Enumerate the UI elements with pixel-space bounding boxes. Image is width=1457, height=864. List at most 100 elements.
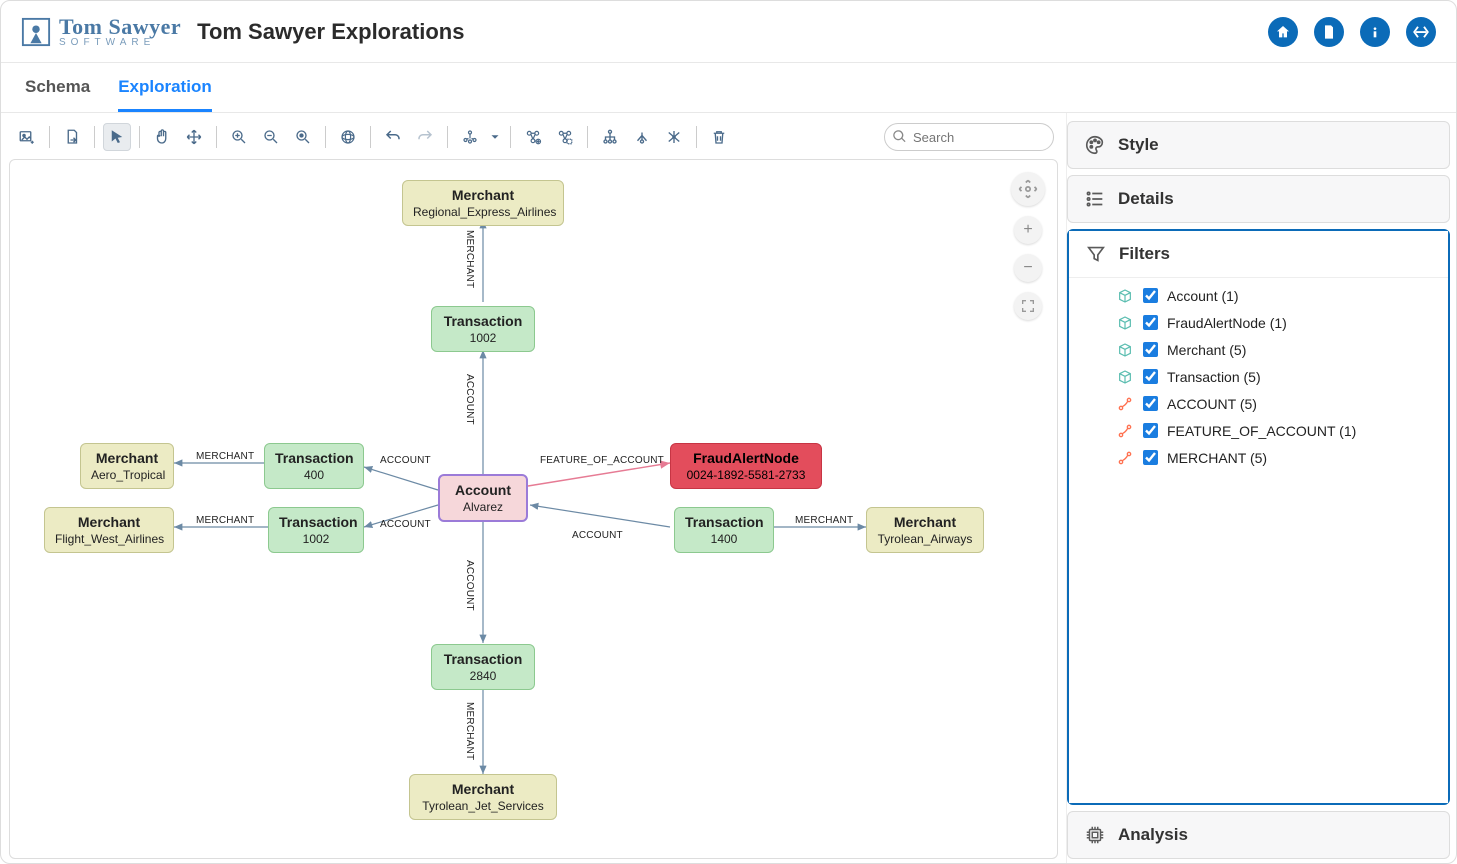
filter-item: MERCHANT (5) xyxy=(1117,444,1432,471)
zoom-in-icon[interactable] xyxy=(225,123,253,151)
tab-exploration[interactable]: Exploration xyxy=(118,67,212,112)
node-merchant-right[interactable]: Merchant Tyrolean_Airways xyxy=(866,507,984,553)
panel-analysis[interactable]: Analysis xyxy=(1067,811,1450,859)
fit-control-icon[interactable] xyxy=(1014,292,1042,320)
pointer-tool-icon[interactable] xyxy=(103,123,131,151)
info-button[interactable] xyxy=(1360,17,1390,47)
export-page-icon[interactable] xyxy=(58,123,86,151)
panel-style[interactable]: Style xyxy=(1067,121,1450,169)
node-transaction-right[interactable]: Transaction 1400 xyxy=(674,507,774,553)
panel-details[interactable]: Details xyxy=(1067,175,1450,223)
undo-icon[interactable] xyxy=(379,123,407,151)
relation-icon xyxy=(1117,450,1133,466)
filter-label: Merchant (5) xyxy=(1167,342,1246,358)
filter-checkbox[interactable] xyxy=(1143,342,1158,357)
graph-canvas[interactable]: Merchant Regional_Express_Airlines Trans… xyxy=(9,159,1058,859)
edge-label: MERCHANT xyxy=(464,702,475,760)
filter-item: Transaction (5) xyxy=(1117,363,1432,390)
node-subtitle: Regional_Express_Airlines xyxy=(413,205,553,219)
node-type: Transaction xyxy=(685,514,763,530)
node-subtitle: 1002 xyxy=(442,331,524,345)
node-type: Merchant xyxy=(91,450,163,466)
node-type: Account xyxy=(450,482,516,498)
zoom-out-control-icon[interactable]: − xyxy=(1014,254,1042,282)
star-layout-icon[interactable] xyxy=(628,123,656,151)
zoom-in-control-icon[interactable]: + xyxy=(1014,216,1042,244)
filter-label: FEATURE_OF_ACCOUNT (1) xyxy=(1167,423,1356,439)
pan-tool-icon[interactable] xyxy=(148,123,176,151)
node-type: Merchant xyxy=(413,187,553,203)
node-type: Merchant xyxy=(420,781,546,797)
node-type: Transaction xyxy=(442,651,524,667)
node-type: Transaction xyxy=(275,450,353,466)
filter-checkbox[interactable] xyxy=(1143,423,1158,438)
filter-item: Account (1) xyxy=(1117,282,1432,309)
globe-icon[interactable] xyxy=(334,123,362,151)
graph-select-icon[interactable] xyxy=(551,123,579,151)
filter-label: Transaction (5) xyxy=(1167,369,1261,385)
edge-label: FEATURE_OF_ACCOUNT xyxy=(540,455,664,466)
layout-icon[interactable] xyxy=(456,123,484,151)
filter-checkbox[interactable] xyxy=(1143,315,1158,330)
filter-icon xyxy=(1085,243,1107,265)
relation-icon xyxy=(1117,396,1133,412)
redo-icon[interactable] xyxy=(411,123,439,151)
node-merchant-left2[interactable]: Merchant Flight_West_Airlines xyxy=(44,507,174,553)
toolbar xyxy=(9,121,1058,153)
filter-checkbox[interactable] xyxy=(1143,396,1158,411)
cube-icon xyxy=(1117,369,1133,385)
node-merchant-bottom[interactable]: Merchant Tyrolean_Jet_Services xyxy=(409,774,557,820)
zoom-fit-icon[interactable] xyxy=(289,123,317,151)
node-transaction-bottom[interactable]: Transaction 2840 xyxy=(431,644,535,690)
document-button[interactable] xyxy=(1314,17,1344,47)
filter-label: MERCHANT (5) xyxy=(1167,450,1267,466)
filter-item: Merchant (5) xyxy=(1117,336,1432,363)
edge-label: ACCOUNT xyxy=(380,519,431,530)
filter-checkbox[interactable] xyxy=(1143,450,1158,465)
tree-layout-icon[interactable] xyxy=(596,123,624,151)
relation-icon xyxy=(1117,423,1133,439)
cube-icon xyxy=(1117,315,1133,331)
node-merchant-top[interactable]: Merchant Regional_Express_Airlines xyxy=(402,180,564,226)
zoom-out-icon[interactable] xyxy=(257,123,285,151)
panel-title: Details xyxy=(1118,189,1174,209)
panel-filters[interactable]: Filters Account (1) FraudAlertNode (1) xyxy=(1067,229,1450,805)
panel-title: Analysis xyxy=(1118,825,1188,845)
move-tool-icon[interactable] xyxy=(180,123,208,151)
image-tool-icon[interactable] xyxy=(13,123,41,151)
edge-label: MERCHANT xyxy=(795,515,853,526)
graph-add-icon[interactable] xyxy=(519,123,547,151)
node-subtitle: Tyrolean_Jet_Services xyxy=(420,799,546,813)
node-subtitle: 400 xyxy=(275,468,353,482)
node-merchant-left1[interactable]: Merchant Aero_Tropical xyxy=(80,443,174,489)
search-box xyxy=(884,123,1054,151)
expand-button[interactable] xyxy=(1406,17,1436,47)
filter-checkbox[interactable] xyxy=(1143,369,1158,384)
edge-label: ACCOUNT xyxy=(572,530,623,541)
filter-item: FEATURE_OF_ACCOUNT (1) xyxy=(1117,417,1432,444)
tab-schema[interactable]: Schema xyxy=(25,67,90,112)
filter-checkbox[interactable] xyxy=(1143,288,1158,303)
edge-label: MERCHANT xyxy=(464,230,475,288)
pan-control-icon[interactable] xyxy=(1011,172,1045,206)
radial-layout-icon[interactable] xyxy=(660,123,688,151)
edge-label: MERCHANT xyxy=(196,515,254,526)
node-transaction-top[interactable]: Transaction 1002 xyxy=(431,306,535,352)
app-title: Tom Sawyer Explorations xyxy=(197,19,464,45)
node-transaction-left1[interactable]: Transaction 400 xyxy=(264,443,364,489)
panel-title: Style xyxy=(1118,135,1159,155)
delete-icon[interactable] xyxy=(705,123,733,151)
node-transaction-left2[interactable]: Transaction 1002 xyxy=(268,507,364,553)
home-button[interactable] xyxy=(1268,17,1298,47)
filters-list: Account (1) FraudAlertNode (1) Merchant … xyxy=(1069,277,1448,803)
node-subtitle: 1002 xyxy=(279,532,353,546)
node-fraud[interactable]: FraudAlertNode 0024-1892-5581-2733 xyxy=(670,443,822,489)
header: Tom Sawyer SOFTWARE Tom Sawyer Explorati… xyxy=(1,1,1456,63)
filter-label: Account (1) xyxy=(1167,288,1239,304)
layout-dropdown-icon[interactable] xyxy=(488,123,502,151)
node-account[interactable]: Account Alvarez xyxy=(438,474,528,522)
node-type: FraudAlertNode xyxy=(681,450,811,466)
cube-icon xyxy=(1117,342,1133,358)
nav-controls: + − xyxy=(1011,172,1045,320)
search-input[interactable] xyxy=(884,123,1054,151)
